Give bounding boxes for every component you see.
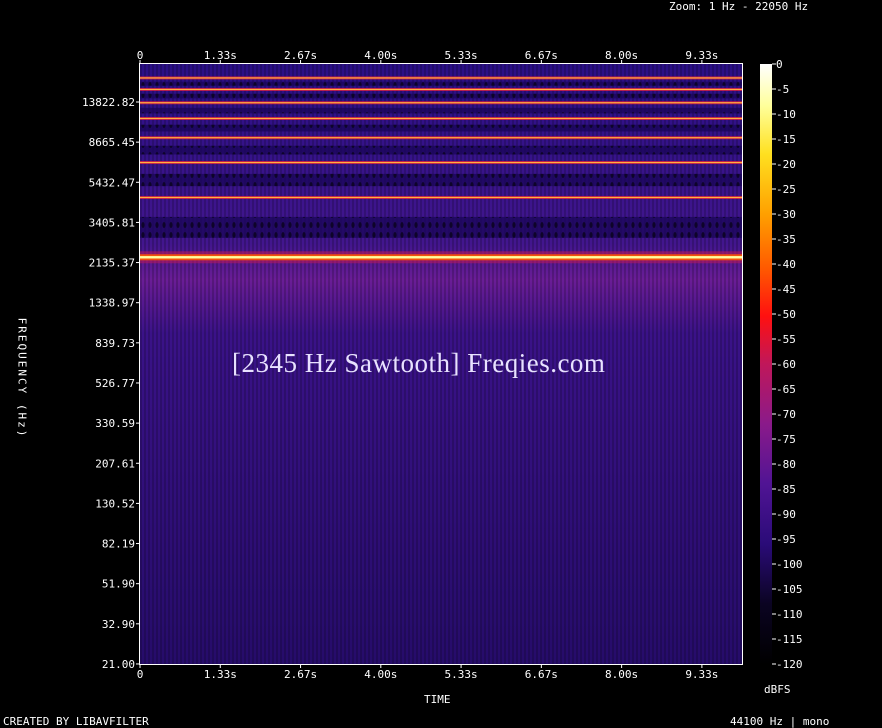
y-tick-label: 8665.45 [89, 136, 135, 149]
colorbar-tick-label: -120 [776, 658, 803, 671]
x-tick-label: 6.67s [525, 49, 558, 62]
x-tick-label: 2.67s [284, 49, 317, 62]
y-tick-label: 1338.97 [89, 297, 135, 310]
colorbar-tick-label: -105 [776, 583, 803, 596]
y-tick-label: 32.90 [102, 618, 135, 631]
x-tick-label: 1.33s [204, 668, 237, 681]
y-tick-label: 2135.37 [89, 257, 135, 270]
band-dots [140, 81, 742, 86]
x-tick-label: 0 [137, 49, 144, 62]
x-tick-label: 4.00s [364, 668, 397, 681]
y-axis-label: FREQUENCY (Hz) [15, 317, 29, 439]
colorbar-tick-label: -90 [776, 508, 796, 521]
y-tick-label: 5432.47 [89, 176, 135, 189]
x-tick-label: 6.67s [525, 668, 558, 681]
x-axis-label: TIME [424, 693, 451, 706]
colorbar-tick-label: -25 [776, 183, 796, 196]
band-dots [140, 145, 742, 155]
y-tick-label: 839.73 [95, 337, 135, 350]
colorbar [760, 64, 772, 664]
colorbar-tick-label: -50 [776, 308, 796, 321]
harmonic-line [140, 137, 742, 139]
colorbar-tick-label: -10 [776, 108, 796, 121]
colorbar-tick-label: -30 [776, 208, 796, 221]
colorbar-tick-label: -95 [776, 533, 796, 546]
x-tick-label: 5.33s [445, 49, 478, 62]
credit-label: CREATED BY LIBAVFILTER [3, 715, 149, 728]
colorbar-tick-label: -55 [776, 333, 796, 346]
colorbar-tick-label: -40 [776, 258, 796, 271]
colorbar-tick-label: -15 [776, 133, 796, 146]
x-tick-label: 4.00s [364, 49, 397, 62]
y-tick-label: 330.59 [95, 417, 135, 430]
colorbar-tick-label: -75 [776, 433, 796, 446]
x-tick-label: 8.00s [605, 49, 638, 62]
x-tick-label: 9.33s [685, 668, 718, 681]
band-dots [140, 173, 742, 187]
colorbar-tick-label: -5 [776, 83, 789, 96]
y-tick-label: 82.19 [102, 538, 135, 551]
colorbar-tick-label: -100 [776, 558, 803, 571]
y-tick-label: 130.52 [95, 497, 135, 510]
harmonic-line [140, 256, 742, 259]
x-tick-label: 2.67s [284, 668, 317, 681]
x-tick-label: 5.33s [445, 668, 478, 681]
colorbar-tick-label: -20 [776, 158, 796, 171]
colorbar-tick-label: -65 [776, 383, 796, 396]
colorbar-tick-label: -80 [776, 458, 796, 471]
band-dots [140, 107, 742, 114]
harmonic-line [140, 117, 742, 120]
harmonic-line [140, 102, 742, 104]
band-dots [140, 216, 742, 238]
colorbar-tick-label: -110 [776, 608, 803, 621]
x-tick-label: 9.33s [685, 49, 718, 62]
y-tick-label: 13822.82 [82, 96, 135, 109]
band-dots [140, 93, 742, 99]
colorbar-tick-label: -70 [776, 408, 796, 421]
format-label: 44100 Hz | mono [730, 715, 830, 728]
x-tick-label: 8.00s [605, 668, 638, 681]
chart-title: [2345 Hz Sawtooth] Freqies.com [232, 348, 606, 378]
harmonic-line [140, 88, 742, 91]
harmonic-line [140, 77, 742, 79]
harmonic-line [140, 161, 742, 164]
band-dots [140, 124, 742, 132]
colorbar-tick-label: -85 [776, 483, 796, 496]
colorbar-tick-label: 0 [776, 58, 783, 71]
y-tick-label: 207.61 [95, 457, 135, 470]
colorbar-tick-label: -35 [776, 233, 796, 246]
y-tick-label: 51.90 [102, 578, 135, 591]
x-tick-label: 0 [137, 668, 144, 681]
y-tick-label: 21.00 [102, 658, 135, 671]
colorbar-tick-label: -45 [776, 283, 796, 296]
colorbar-tick-label: -115 [776, 633, 803, 646]
harmonic-line [140, 196, 742, 199]
colorbar-unit: dBFS [764, 683, 791, 696]
y-tick-label: 526.77 [95, 377, 135, 390]
x-tick-label: 1.33s [204, 49, 237, 62]
y-tick-label: 3405.81 [89, 216, 135, 229]
colorbar-tick-label: -60 [776, 358, 796, 371]
